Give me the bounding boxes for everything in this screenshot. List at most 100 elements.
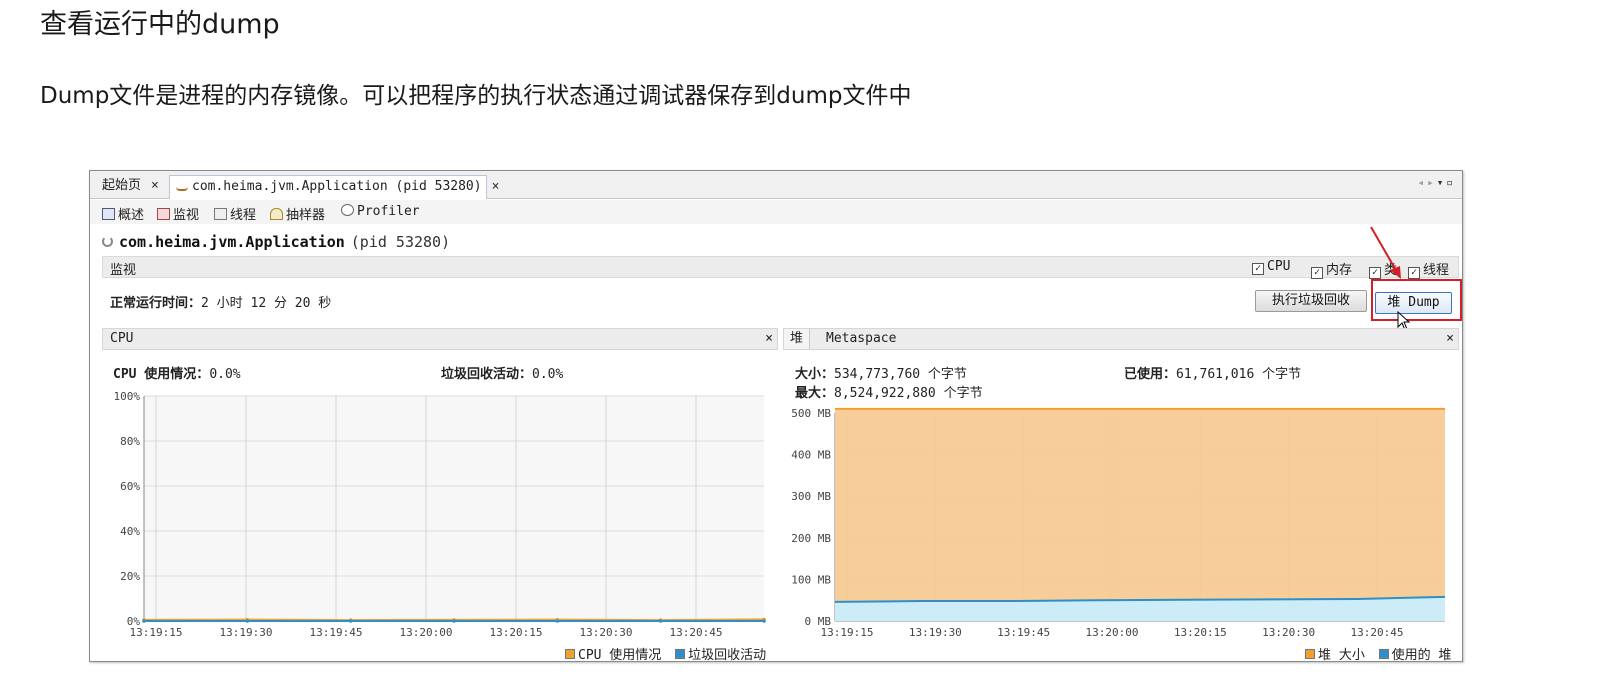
legend-swatch-cpu [565,649,575,659]
cpu-chart: 100%80%60%40%20%0%13:19:15 13:19:30 13:19:… [114,390,766,639]
y-tick-label: 40% [120,525,140,538]
editor-tab-bar: 起始页 × com.heima.jvm.Application (pid 5328… [90,171,1462,199]
data-point [762,619,766,623]
x-tick-label: 13:19:30 [909,626,962,639]
tab-app-label: com.heima.jvm.Application (pid 53280) [192,179,482,194]
x-tick-label: 13:19:45 [997,626,1050,639]
close-icon[interactable]: × [765,329,773,349]
y-tick-label: 300 MB [791,490,831,503]
checkbox-cpu-label: CPU [1267,259,1291,274]
heap-max-label: 最大： [795,386,835,401]
checkbox-memory[interactable]: ✓ 内存 [1311,259,1352,279]
x-tick-label: 13:20:15 [1174,626,1227,639]
monitor-title: 监视 [110,263,137,278]
data-point [555,619,560,623]
monitor-section-bar: 监视 ✓ CPU ✓ 内存 ✓ 类 ✓ 线程 [102,256,1459,279]
y-tick-label: 20% [120,570,140,583]
tab-profiler[interactable]: Profiler [341,204,420,219]
x-tick-label: 13:19:45 [310,626,363,639]
y-tick-label: 80% [120,435,140,448]
gc-activity-stat: 垃圾回收活动：0.0% [441,363,563,382]
y-tick-label: 200 MB [791,532,831,545]
x-tick-label: 13:20:30 [580,626,633,639]
legend-label-cpu: CPU 使用情况 [578,648,662,662]
checkbox-check-icon: ✓ [1252,263,1264,275]
threads-icon [214,208,227,220]
cpu-legend: CPU 使用情况 垃圾回收活动 [565,644,767,662]
perform-gc-button[interactable]: 执行垃圾回收 [1255,290,1367,312]
legend-swatch-heap-used [1378,649,1389,659]
heap-max-value: 8,524,922,880 个字节 [834,386,983,401]
x-tick-label: 13:20:30 [1262,626,1315,639]
x-tick-label: 13:20:00 [400,626,453,639]
heap-size-label: 大小： [795,367,835,382]
tab-metaspace[interactable]: Metaspace [820,329,902,349]
process-pid: (pid 53280) [350,233,451,251]
doc-paragraph: Dump文件是进程的内存镜像。可以把程序的执行状态通过调试器保存到dump文件中 [40,83,912,109]
process-name: com.heima.jvm.Application [119,233,345,251]
close-icon[interactable]: × [1446,329,1454,349]
data-point [142,619,146,623]
cpu-usage-value: 0.0% [209,367,241,382]
tab-application[interactable]: com.heima.jvm.Application (pid 53280) × [169,175,499,199]
highlight-box [1371,279,1462,321]
dropdown-icon[interactable]: ▾ [1437,176,1447,189]
scroll-right-icon[interactable]: ▸ [1427,176,1437,189]
heap-size-stat: 大小：534,773,760 个字节 [795,363,967,382]
y-tick-label: 400 MB [791,449,831,462]
close-icon[interactable]: × [151,178,159,193]
x-tick-label: 13:19:30 [220,626,273,639]
tab-overview-label: 概述 [118,208,145,223]
checkbox-cpu[interactable]: ✓ CPU [1252,259,1290,275]
tab-monitor[interactable]: 监视 [157,204,199,223]
sampler-icon [270,208,283,220]
maximize-icon[interactable]: ▫ [1446,176,1456,189]
heap-chart: 500 MB400 MB300 MB200 MB100 MB0 MB13:19:… [791,407,1446,639]
y-tick-label: 500 MB [791,407,831,420]
tab-heap[interactable]: 堆 [784,329,811,349]
cpu-usage-stat: CPU 使用情况：0.0% [113,363,241,382]
view-tabs: 概述 监视 线程 抽样器 Profiler [90,200,1462,224]
visualvm-window: 起始页 × com.heima.jvm.Application (pid 5328… [89,170,1463,662]
legend-swatch-heap-size [1305,649,1315,659]
y-tick-label: 60% [120,480,140,493]
legend-swatch-gc [675,649,686,659]
data-point [245,619,250,623]
y-tick-label: 100 MB [791,573,831,586]
loading-icon [102,236,113,247]
heap-used-value: 61,761,016 个字节 [1176,367,1302,382]
checkbox-memory-label: 内存 [1326,263,1353,278]
checkbox-threads-label: 线程 [1423,263,1450,278]
checkbox-threads[interactable]: ✓ 线程 [1408,259,1449,279]
window-controls: ◂▸▾▫ [1418,176,1457,189]
x-tick-label: 13:20:15 [490,626,543,639]
legend-label-gc: 垃圾回收活动 [688,648,767,662]
doc-title: 查看运行中的dump [40,9,280,40]
tab-sampler-label: 抽样器 [286,208,326,223]
tab-sampler[interactable]: 抽样器 [270,204,325,223]
data-point [348,619,353,623]
checkbox-check-icon: ✓ [1369,267,1381,279]
y-tick-label: 100% [114,390,141,403]
x-tick-label: 13:19:15 [130,626,183,639]
heap-max-stat: 最大：8,524,922,880 个字节 [795,382,983,401]
close-icon[interactable]: × [492,179,500,194]
checkbox-classes[interactable]: ✓ 类 [1369,259,1397,279]
uptime-value: 2 小时 12 分 20 秒 [201,296,332,311]
tab-start-page[interactable]: 起始页 × [96,175,165,199]
tab-profiler-label: Profiler [357,204,420,219]
legend-label-heap-used: 使用的 堆 [1391,648,1452,662]
heap-panel-header: 堆 Metaspace × [783,328,1459,350]
checkbox-check-icon: ✓ [1311,267,1323,279]
tab-threads[interactable]: 线程 [214,204,256,223]
gc-activity-value: 0.0% [532,367,564,382]
java-cup-icon [176,179,188,191]
heap-used-label: 已使用： [1124,367,1177,382]
overview-icon [102,208,115,220]
x-tick-label: 13:19:15 [821,626,874,639]
heap-used-stat: 已使用：61,761,016 个字节 [1124,363,1301,382]
tab-overview[interactable]: 概述 [102,204,144,223]
scroll-left-icon[interactable]: ◂ [1418,176,1428,189]
cpu-panel-title: CPU [110,331,134,346]
uptime: 正常运行时间：2 小时 12 分 20 秒 [110,292,331,311]
